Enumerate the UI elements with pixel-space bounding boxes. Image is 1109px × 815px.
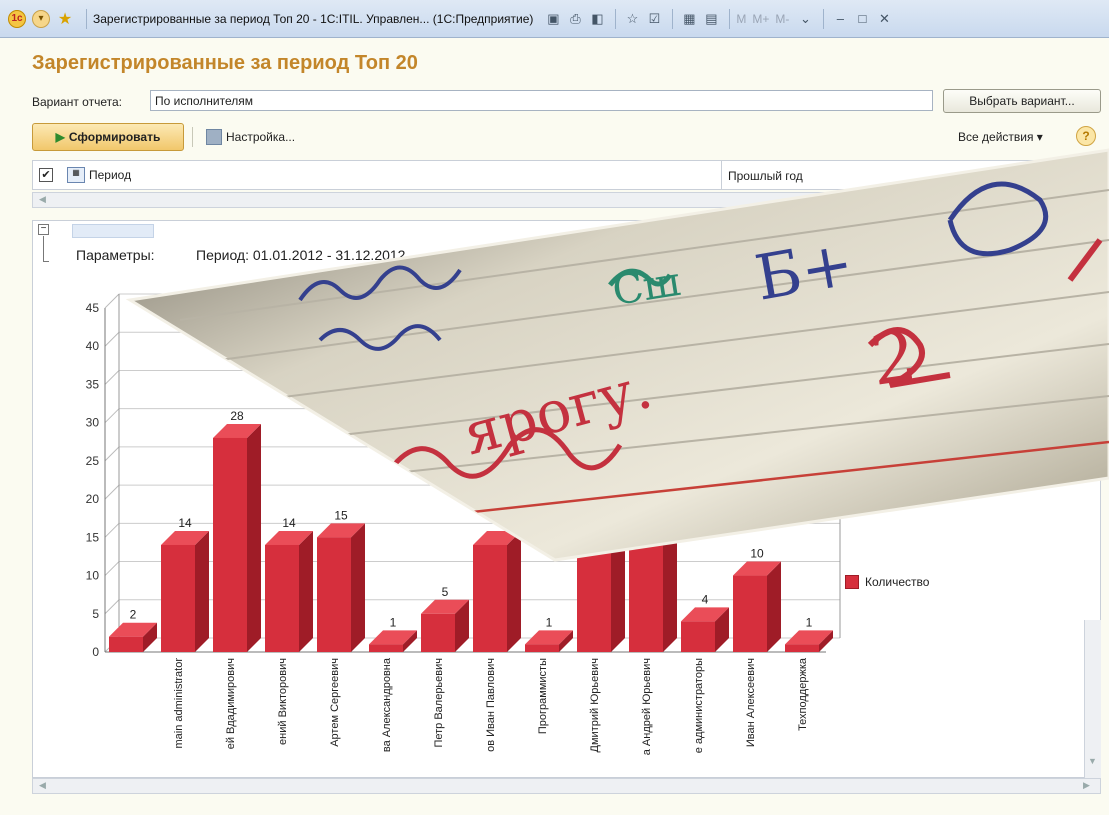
- all-actions-menu[interactable]: Все действия ▾: [958, 130, 1043, 144]
- separator: [615, 8, 617, 29]
- page-title: Зарегистрированные за период Топ 20: [32, 52, 418, 74]
- column-period[interactable]: Период: [89, 168, 131, 182]
- report-area: [32, 220, 1101, 778]
- print-icon[interactable]: ⎙: [565, 9, 585, 29]
- help-icon[interactable]: ?: [1076, 126, 1096, 146]
- group-line: [43, 236, 49, 262]
- dropdown-menu-icon[interactable]: ▾: [32, 9, 50, 28]
- chart-legend: Количество: [845, 575, 929, 589]
- scroll-down-icon[interactable]: ▼: [1088, 756, 1097, 766]
- calculator-icon[interactable]: ▦: [679, 9, 699, 29]
- variant-label: Вариант отчета:: [32, 95, 122, 109]
- memory-mminus-button[interactable]: M-: [775, 12, 789, 26]
- preview-icon[interactable]: ◧: [587, 9, 607, 29]
- calendar-icon: ▦: [67, 167, 85, 183]
- maximize-icon[interactable]: □: [852, 9, 872, 29]
- collapse-group-icon[interactable]: −: [38, 224, 49, 235]
- generate-report-label: Сформировать: [68, 130, 161, 144]
- legend-label: Количество: [865, 575, 930, 589]
- save-icon[interactable]: ▣: [543, 9, 563, 29]
- settings-icon: [206, 129, 222, 145]
- scroll-left-icon[interactable]: ◀: [39, 194, 46, 205]
- legend-swatch: [845, 575, 859, 589]
- play-icon: ▶: [55, 130, 65, 144]
- chevron-down-icon[interactable]: ⌄: [795, 9, 815, 29]
- report-horizontal-scrollbar[interactable]: ◀ ▶: [32, 778, 1101, 794]
- window-title: Зарегистрированные за период Топ 20 - 1С…: [93, 11, 534, 26]
- variant-field[interactable]: По исполнителям: [150, 90, 933, 111]
- column-divider: [721, 161, 722, 189]
- select-all-checkbox[interactable]: ✔: [39, 168, 53, 182]
- toolbar-separator: [192, 127, 193, 147]
- memory-mplus-button[interactable]: M+: [752, 12, 769, 26]
- scroll-right-icon[interactable]: ▶: [1083, 780, 1090, 791]
- minimize-icon[interactable]: –: [830, 9, 850, 29]
- separator: [823, 8, 825, 29]
- table-horizontal-scrollbar[interactable]: ◀: [32, 192, 1109, 208]
- app-logo-icon[interactable]: 1с: [8, 9, 26, 28]
- add-favorite-icon[interactable]: ☆: [622, 9, 642, 29]
- separator: [729, 8, 731, 29]
- close-icon[interactable]: ✕: [874, 9, 894, 29]
- column-prev-year[interactable]: Прошлый год: [728, 169, 803, 183]
- params-label: Параметры:: [76, 247, 155, 263]
- scroll-left-icon[interactable]: ◀: [39, 780, 46, 791]
- settings-button[interactable]: Настройка...: [206, 129, 295, 145]
- generate-report-button[interactable]: ▶ Сформировать: [32, 123, 184, 151]
- selected-cell[interactable]: [72, 224, 154, 238]
- settings-label: Настройка...: [226, 130, 296, 144]
- favorite-star-icon[interactable]: ★: [56, 10, 74, 28]
- report-vertical-scrollbar[interactable]: ▼: [1084, 620, 1101, 778]
- separator: [672, 8, 674, 29]
- window-titlebar: 1с ▾ ★ Зарегистрированные за период Топ …: [0, 0, 1109, 38]
- memory-m-button[interactable]: M: [736, 12, 746, 26]
- settings-table-header: ✔ ▦ Период Прошлый год: [32, 160, 1109, 190]
- params-period: Период: 01.01.2012 - 31.12.2012: [196, 247, 406, 263]
- choose-variant-button[interactable]: Выбрать вариант...: [943, 89, 1101, 113]
- calendar-icon[interactable]: ▤: [701, 9, 721, 29]
- favorites-icon[interactable]: ☑: [644, 9, 664, 29]
- separator: [86, 8, 87, 29]
